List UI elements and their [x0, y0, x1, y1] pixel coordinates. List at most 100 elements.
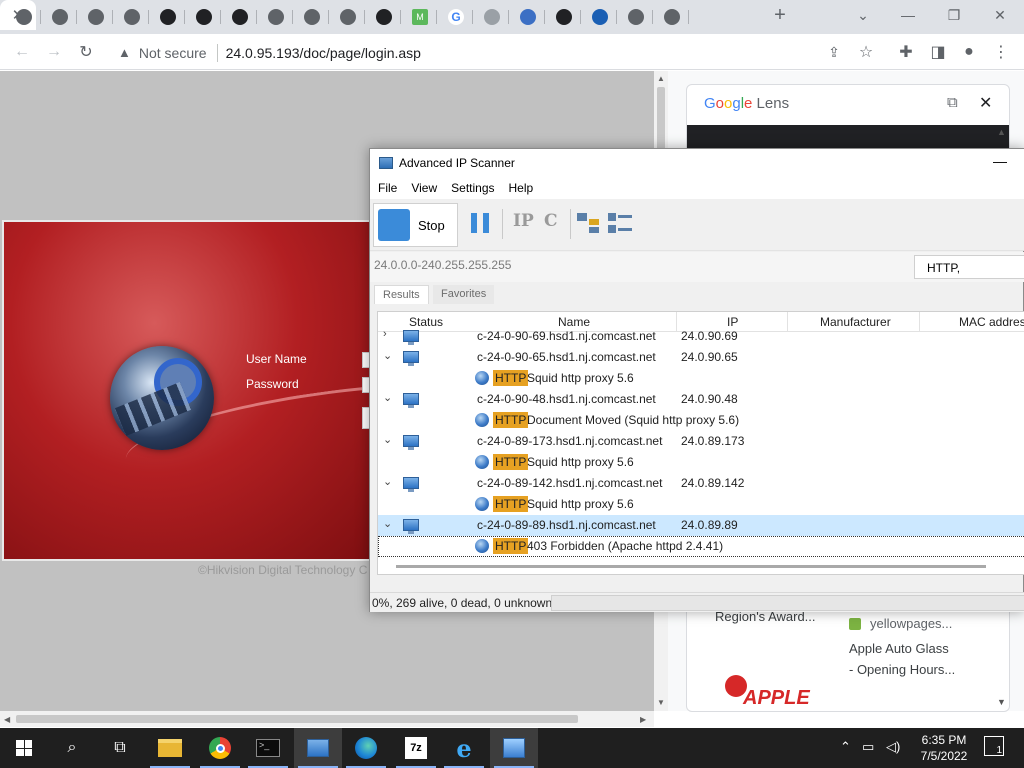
- scroll-right-arrow-icon[interactable]: ▶: [640, 715, 646, 724]
- table-row-host[interactable]: ⌄ c-24-0-89-142.hsd1.nj.comcast.net 24.0.8…: [378, 473, 1024, 494]
- show-hidden-icons-chevron[interactable]: ⌃: [840, 739, 851, 755]
- page-horizontal-scrollbar[interactable]: ◀ ▶: [0, 711, 654, 727]
- expand-chevron-icon[interactable]: ⌄: [383, 433, 392, 446]
- share-icon[interactable]: ⇪: [823, 41, 845, 63]
- expand-chevron-icon[interactable]: ⌄: [383, 391, 392, 404]
- address-bar[interactable]: ▲ Not secure 24.0.95.193/doc/page/login.…: [106, 39, 886, 66]
- ip-class-icon[interactable]: IP: [513, 211, 534, 231]
- table-row-host[interactable]: ⌄ c-24-0-90-65.hsd1.nj.comcast.net 24.0.90…: [378, 347, 1024, 368]
- table-row-host[interactable]: ⌄ c-24-0-89-89.hsd1.nj.comcast.net 24.0.89…: [378, 515, 1024, 536]
- reload-icon[interactable]: ↻: [75, 41, 97, 63]
- browser-tab[interactable]: [10, 6, 41, 28]
- http-badge[interactable]: HTTP: [493, 454, 529, 470]
- http-badge[interactable]: HTTP: [493, 370, 529, 386]
- network-icon[interactable]: ▭: [862, 739, 874, 755]
- open-in-new-tab-icon[interactable]: ⧉: [947, 94, 958, 111]
- url-text[interactable]: 24.0.95.193/doc/page/login.asp: [226, 45, 421, 61]
- expand-chevron-icon[interactable]: ›: [383, 328, 387, 340]
- browser-tab[interactable]: [334, 6, 365, 28]
- close-window-icon[interactable]: ✕: [980, 4, 1020, 26]
- scrollbar-thumb[interactable]: [16, 715, 578, 723]
- browser-tab[interactable]: [298, 6, 329, 28]
- apple-auto-glass-logo[interactable]: APPLE: [715, 675, 815, 711]
- table-row-service[interactable]: HTTP Squid http proxy 5.6: [378, 452, 1024, 473]
- menu-settings[interactable]: Settings: [451, 181, 494, 195]
- browser-tab[interactable]: [514, 6, 545, 28]
- edge-icon[interactable]: [342, 728, 390, 768]
- browser-tab[interactable]: [154, 6, 185, 28]
- expand-chevron-icon[interactable]: ⌄: [383, 475, 392, 488]
- table-row-service[interactable]: HTTP 403 Forbidden (Apache httpd 2.4.41): [378, 536, 1024, 557]
- browser-tab[interactable]: M: [406, 6, 437, 28]
- http-badge[interactable]: HTTP: [493, 538, 529, 554]
- system-clock[interactable]: 6:35 PM 7/5/2022: [912, 732, 976, 764]
- http-badge[interactable]: HTTP: [493, 412, 529, 428]
- search-input[interactable]: HTTP,: [914, 255, 1024, 279]
- menu-view[interactable]: View: [411, 181, 437, 195]
- chrome-icon[interactable]: [196, 728, 244, 768]
- internet-explorer-icon[interactable]: e: [440, 728, 488, 768]
- task-view-icon[interactable]: ⧉: [96, 728, 144, 768]
- terminal-icon[interactable]: >_: [244, 728, 292, 768]
- menu-help[interactable]: Help: [509, 181, 534, 195]
- chrome-menu-icon[interactable]: ⋮: [990, 41, 1012, 63]
- profile-avatar-icon[interactable]: ●: [958, 41, 980, 63]
- browser-tab[interactable]: [370, 6, 401, 28]
- file-explorer-icon[interactable]: [146, 728, 194, 768]
- bookmark-star-icon[interactable]: ☆: [855, 41, 877, 63]
- browser-tab[interactable]: [262, 6, 293, 28]
- lens-scroll-up-icon[interactable]: ▲: [997, 127, 1006, 137]
- table-row-host[interactable]: ⌄ c-24-0-90-48.hsd1.nj.comcast.net 24.0.90…: [378, 389, 1024, 410]
- browser-tab[interactable]: [46, 6, 77, 28]
- advanced-ip-scanner-taskbar-icon[interactable]: [294, 728, 342, 768]
- scrollbar-thumb[interactable]: [396, 565, 986, 568]
- minimize-window-icon[interactable]: —: [888, 4, 928, 26]
- tab-favorites[interactable]: Favorites: [433, 285, 495, 304]
- browser-tab[interactable]: [622, 6, 653, 28]
- table-row-service[interactable]: HTTP Document Moved (Squid http proxy 5.6…: [378, 410, 1024, 431]
- collapse-all-icon[interactable]: [608, 211, 632, 235]
- close-panel-icon[interactable]: ✕: [979, 93, 992, 113]
- expand-all-icon[interactable]: [577, 211, 601, 235]
- http-badge[interactable]: HTTP: [493, 496, 529, 512]
- browser-tab[interactable]: [478, 6, 509, 28]
- security-status[interactable]: Not secure: [139, 45, 207, 61]
- pause-icon[interactable]: [471, 213, 489, 233]
- scroll-up-arrow-icon[interactable]: ▲: [657, 74, 665, 83]
- browser-tab[interactable]: [226, 6, 257, 28]
- lens-scroll-down-icon[interactable]: ▼: [997, 697, 1006, 707]
- scroll-left-arrow-icon[interactable]: ◀: [4, 715, 10, 724]
- tab-results[interactable]: Results: [374, 285, 429, 304]
- table-row-host[interactable]: › c-24-0-90-69.hsd1.nj.comcast.net 24.0.90…: [378, 326, 1024, 347]
- browser-tab[interactable]: [550, 6, 581, 28]
- table-row-service[interactable]: HTTP Squid http proxy 5.6: [378, 494, 1024, 515]
- c-subnet-icon[interactable]: C: [544, 211, 558, 231]
- browser-tab[interactable]: [658, 6, 689, 28]
- lens-result-title-2b[interactable]: - Opening Hours...: [849, 662, 955, 677]
- new-tab-button[interactable]: +: [760, 4, 800, 26]
- forward-arrow-icon[interactable]: →: [43, 41, 65, 63]
- search-icon[interactable]: ⌕: [48, 728, 96, 768]
- scroll-down-arrow-icon[interactable]: ▼: [657, 698, 665, 707]
- back-arrow-icon[interactable]: ←: [11, 41, 33, 63]
- restore-window-icon[interactable]: ❐: [934, 4, 974, 26]
- expand-chevron-icon[interactable]: ⌄: [383, 349, 392, 362]
- warning-triangle-icon[interactable]: ▲: [118, 45, 131, 60]
- table-horizontal-scrollbar[interactable]: [378, 557, 1024, 574]
- lens-image-preview[interactable]: [687, 125, 1009, 149]
- lens-result-title-2[interactable]: Apple Auto Glass: [849, 641, 949, 656]
- tab-search-chevron-icon[interactable]: ⌄: [843, 4, 883, 26]
- browser-tab[interactable]: G: [442, 6, 473, 28]
- table-row-service[interactable]: HTTP Squid http proxy 5.6: [378, 368, 1024, 389]
- menu-file[interactable]: File: [378, 181, 397, 195]
- extensions-puzzle-icon[interactable]: ✚: [895, 41, 917, 63]
- side-panel-icon[interactable]: ◨: [927, 41, 949, 63]
- expand-chevron-icon[interactable]: ⌄: [383, 517, 392, 530]
- scanner-title-bar[interactable]: Advanced IP Scanner —: [370, 149, 1024, 177]
- table-row-host[interactable]: ⌄ c-24-0-89-173.hsd1.nj.comcast.net 24.0.8…: [378, 431, 1024, 452]
- browser-tab[interactable]: [82, 6, 113, 28]
- browser-tab[interactable]: [586, 6, 617, 28]
- browser-tab[interactable]: [118, 6, 149, 28]
- ip-range-input[interactable]: 24.0.0.0-240.255.255.255: [374, 258, 511, 272]
- volume-icon[interactable]: ◁): [886, 739, 900, 755]
